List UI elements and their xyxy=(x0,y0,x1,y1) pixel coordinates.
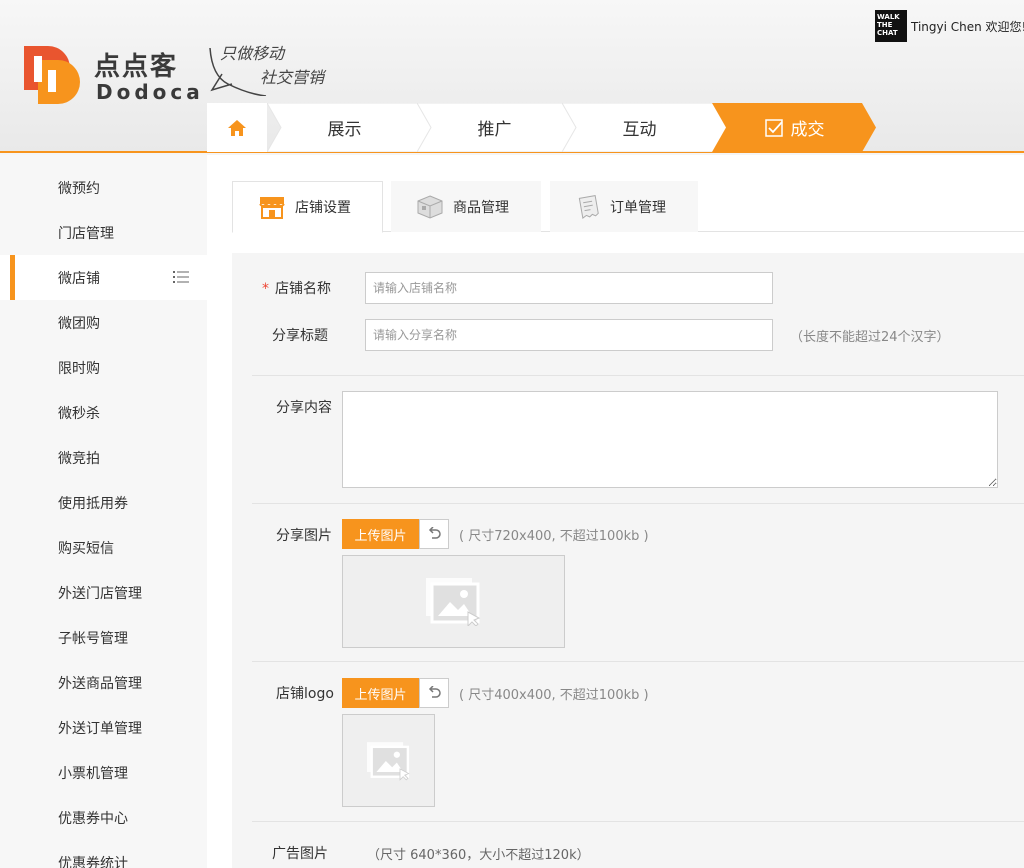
share-image-hint: ( 尺寸720x400, 不超过100kb ) xyxy=(459,529,649,544)
step-deal[interactable]: 成交 xyxy=(712,103,877,152)
sidebar: 微预约 门店管理 微店铺 微团购 限时购 微秒杀 微竞拍 使用抵用券 购买短信 … xyxy=(0,155,207,868)
brand-slogan: 只做移动 社交营销 xyxy=(208,40,348,100)
ad-image-label: 广告图片 xyxy=(272,846,328,862)
brand-name-en: Dodoca xyxy=(96,80,204,104)
sidebar-item-sub-accounts[interactable]: 子帐号管理 xyxy=(0,615,207,660)
sidebar-item-limited-time[interactable]: 限时购 xyxy=(0,345,207,390)
box-icon xyxy=(417,194,443,219)
sidebar-item-delivery-store[interactable]: 外送门店管理 xyxy=(0,570,207,615)
sidebar-item-use-voucher[interactable]: 使用抵用券 xyxy=(0,480,207,525)
shop-logo-hint: ( 尺寸400x400, 不超过100kb ) xyxy=(459,688,649,703)
sidebar-item-group-buy[interactable]: 微团购 xyxy=(0,300,207,345)
sidebar-item-micro-shop[interactable]: 微店铺 xyxy=(0,255,207,300)
undo-icon xyxy=(428,527,441,539)
store-icon xyxy=(259,197,285,219)
share-content-textarea[interactable] xyxy=(342,391,998,488)
required-mark: * xyxy=(262,281,269,297)
slogan-line-1: 只做移动 xyxy=(220,44,285,63)
checkbox-icon xyxy=(764,118,783,137)
tab-bar: 店铺设置 商品管理 订单管理 xyxy=(232,181,1024,233)
sidebar-item-store-management[interactable]: 门店管理 xyxy=(0,210,207,255)
share-image-label: 分享图片 xyxy=(276,528,332,544)
share-title-hint: （长度不能超过24个汉字） xyxy=(790,330,950,345)
step-promote[interactable]: 推广 xyxy=(417,103,584,152)
shop-logo-label: 店铺logo xyxy=(276,686,334,702)
header: 点点客 Dodoca 只做移动 社交营销 WALK THE CHAT Tingy… xyxy=(0,0,1024,153)
brand-logo[interactable]: 点点客 Dodoca xyxy=(22,40,202,110)
share-title-input[interactable] xyxy=(365,319,773,351)
tab-shop-settings[interactable]: 店铺设置 xyxy=(232,181,383,233)
step-label: 推广 xyxy=(477,120,512,140)
shop-name-input[interactable] xyxy=(365,272,773,304)
brand-name-cn: 点点客 xyxy=(94,52,179,82)
sidebar-item-coupon-center[interactable]: 优惠券中心 xyxy=(0,795,207,840)
step-home[interactable] xyxy=(207,103,267,152)
tab-product-management[interactable]: 商品管理 xyxy=(391,181,541,232)
sidebar-item-reservation[interactable]: 微预约 xyxy=(0,165,207,210)
dodoca-logo-mark-icon xyxy=(24,46,80,104)
step-label: 互动 xyxy=(622,120,657,140)
sidebar-item-coupon-stats[interactable]: 优惠券统计 xyxy=(0,840,207,868)
walk-the-chat-logo: WALK THE CHAT xyxy=(875,10,907,42)
main-content: 店铺设置 商品管理 订单管理 *店铺名称 分享标题 （长度不能超过24个汉字 xyxy=(207,155,1024,868)
step-display[interactable]: 展示 xyxy=(267,103,434,152)
tab-label: 店铺设置 xyxy=(295,200,351,216)
list-menu-icon[interactable] xyxy=(173,270,189,284)
image-placeholder-icon xyxy=(366,741,410,781)
share-image-upload-button[interactable]: 上传图片 xyxy=(342,519,419,549)
divider xyxy=(252,503,1024,504)
sidebar-item-delivery-orders[interactable]: 外送订单管理 xyxy=(0,705,207,750)
share-image-preview[interactable] xyxy=(342,555,565,648)
user-greeting[interactable]: Tingyi Chen 欢迎您! xyxy=(911,18,1024,35)
step-navigation: 展示 推广 互动 成交 xyxy=(207,103,887,152)
shop-settings-form: *店铺名称 分享标题 （长度不能超过24个汉字） 分享内容 分享图片 上传图片 … xyxy=(232,253,1024,868)
receipt-icon xyxy=(578,194,599,219)
ad-image-hint: （尺寸 640*360，大小不超过120k） xyxy=(367,848,590,863)
tab-order-management[interactable]: 订单管理 xyxy=(550,181,698,232)
sidebar-item-delivery-products[interactable]: 外送商品管理 xyxy=(0,660,207,705)
step-label: 成交 xyxy=(790,120,825,140)
share-content-label: 分享内容 xyxy=(276,400,332,416)
divider xyxy=(252,661,1024,662)
sidebar-item-buy-sms[interactable]: 购买短信 xyxy=(0,525,207,570)
divider xyxy=(252,375,1024,376)
step-interact[interactable]: 互动 xyxy=(562,103,729,152)
slogan-line-2: 社交营销 xyxy=(260,68,325,87)
image-placeholder-icon xyxy=(425,577,480,626)
sidebar-item-auction[interactable]: 微竞拍 xyxy=(0,435,207,480)
step-label: 展示 xyxy=(327,120,362,140)
sidebar-item-receipt-printer[interactable]: 小票机管理 xyxy=(0,750,207,795)
user-box[interactable]: WALK THE CHAT Tingyi Chen 欢迎您! xyxy=(875,10,1024,42)
tab-label: 订单管理 xyxy=(610,199,666,216)
tab-label: 商品管理 xyxy=(453,199,509,216)
shop-name-label: * 店铺名称 xyxy=(262,281,331,297)
shop-logo-reset-button[interactable] xyxy=(419,678,449,708)
sidebar-item-flash-sale[interactable]: 微秒杀 xyxy=(0,390,207,435)
divider xyxy=(252,821,1024,822)
shop-logo-upload-button[interactable]: 上传图片 xyxy=(342,678,419,708)
undo-icon xyxy=(428,686,441,698)
home-icon xyxy=(228,119,246,136)
share-image-reset-button[interactable] xyxy=(419,519,449,549)
share-title-label: 分享标题 xyxy=(272,328,328,344)
shop-logo-preview[interactable] xyxy=(342,714,435,807)
